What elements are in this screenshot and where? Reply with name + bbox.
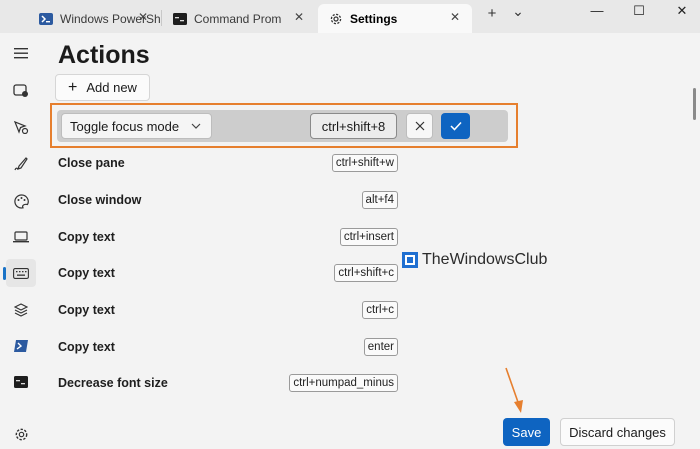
annotation-arrow-icon [505, 367, 523, 413]
action-row[interactable]: Copy text ctrl+shift+c [58, 263, 398, 285]
page-title: Actions [58, 41, 150, 69]
checkmark-icon [449, 121, 462, 131]
key-chord: ctrl+shift+w [331, 154, 398, 172]
keys-input[interactable]: ctrl+shift+8 [310, 113, 397, 139]
key-chord: ctrl+c [362, 301, 398, 319]
action-name: Copy text [58, 266, 115, 280]
cmd-icon [172, 12, 188, 26]
cancel-edit-button[interactable] [406, 113, 433, 139]
action-name: Close pane [58, 156, 125, 170]
watermark-text: TheWindowsClub [422, 251, 548, 268]
interaction-icon[interactable] [6, 113, 36, 141]
accept-edit-button[interactable] [441, 113, 470, 139]
action-row[interactable]: Decrease font size ctrl+numpad_minus [58, 373, 398, 395]
tab-command-prompt[interactable]: Command Prompt ✕ [162, 4, 316, 33]
action-name: Decrease font size [58, 376, 168, 390]
powershell-icon [38, 12, 54, 26]
actions-page: Actions + Add new Toggle focus mode ctrl… [44, 33, 700, 449]
action-row[interactable]: Copy text ctrl+insert [58, 227, 398, 249]
color-schemes-icon[interactable] [6, 187, 36, 215]
close-window-button[interactable]: ✕ [670, 3, 694, 19]
tab-label: Settings [350, 11, 398, 26]
chevron-down-icon [191, 119, 201, 136]
key-chord: ctrl+numpad_minus [289, 374, 398, 392]
action-select[interactable]: Toggle focus mode [61, 113, 212, 139]
close-icon[interactable]: ✕ [448, 10, 462, 24]
watermark: TheWindowsClub [402, 251, 547, 269]
action-name: Copy text [58, 230, 115, 244]
tab-settings[interactable]: Settings ✕ [318, 4, 472, 33]
highlight-box: Toggle focus mode ctrl+shift+8 [50, 103, 518, 148]
discard-changes-button[interactable]: Discard changes [560, 418, 675, 446]
actions-icon[interactable] [3, 259, 36, 287]
action-select-value: Toggle focus mode [70, 118, 180, 134]
sidebar [0, 33, 44, 449]
startup-icon[interactable] [6, 77, 36, 105]
gear-icon[interactable] [6, 420, 36, 448]
title-bar: Windows PowerShell ✕ Command Prompt ✕ Se… [0, 0, 700, 33]
key-chord: alt+f4 [361, 191, 398, 209]
powershell-profile-icon[interactable] [6, 332, 36, 360]
tab-windows-powershell[interactable]: Windows PowerShell ✕ [28, 4, 160, 33]
menu-icon[interactable] [6, 39, 36, 67]
key-chord: ctrl+insert [339, 228, 398, 246]
maximize-button[interactable]: ☐ [627, 3, 651, 19]
new-tab-button[interactable]: + [482, 5, 502, 22]
minimize-button[interactable]: — [585, 3, 609, 18]
save-button[interactable]: Save [503, 418, 550, 446]
tab-label: Command Prompt [194, 11, 282, 26]
key-chord: ctrl+shift+c [334, 264, 398, 282]
scrollbar-thumb[interactable] [693, 88, 696, 120]
plus-icon: + [68, 78, 78, 96]
close-icon[interactable]: ✕ [136, 10, 150, 24]
rendering-icon[interactable] [6, 223, 36, 251]
action-row[interactable]: Close window alt+f4 [58, 190, 398, 212]
action-edit-row: Toggle focus mode ctrl+shift+8 [57, 110, 508, 142]
watermark-logo-icon [402, 252, 418, 268]
close-icon[interactable]: ✕ [292, 10, 306, 24]
action-name: Copy text [58, 340, 115, 354]
action-name: Close window [58, 193, 142, 207]
add-new-label: Add new [86, 80, 137, 95]
tab-dropdown-button[interactable]: ⌄ [508, 3, 528, 20]
appearance-icon[interactable] [6, 150, 36, 178]
close-icon [415, 121, 424, 131]
action-name: Copy text [58, 303, 115, 317]
cmd-profile-icon[interactable] [6, 368, 36, 396]
add-new-button[interactable]: + Add new [55, 74, 150, 101]
action-row[interactable]: Copy text enter [58, 337, 398, 359]
action-row[interactable]: Close pane ctrl+shift+w [58, 153, 398, 175]
key-chord: enter [363, 338, 398, 356]
gear-icon [328, 12, 344, 26]
action-row[interactable]: Copy text ctrl+c [58, 300, 398, 322]
profile-defaults-icon[interactable] [6, 296, 36, 324]
